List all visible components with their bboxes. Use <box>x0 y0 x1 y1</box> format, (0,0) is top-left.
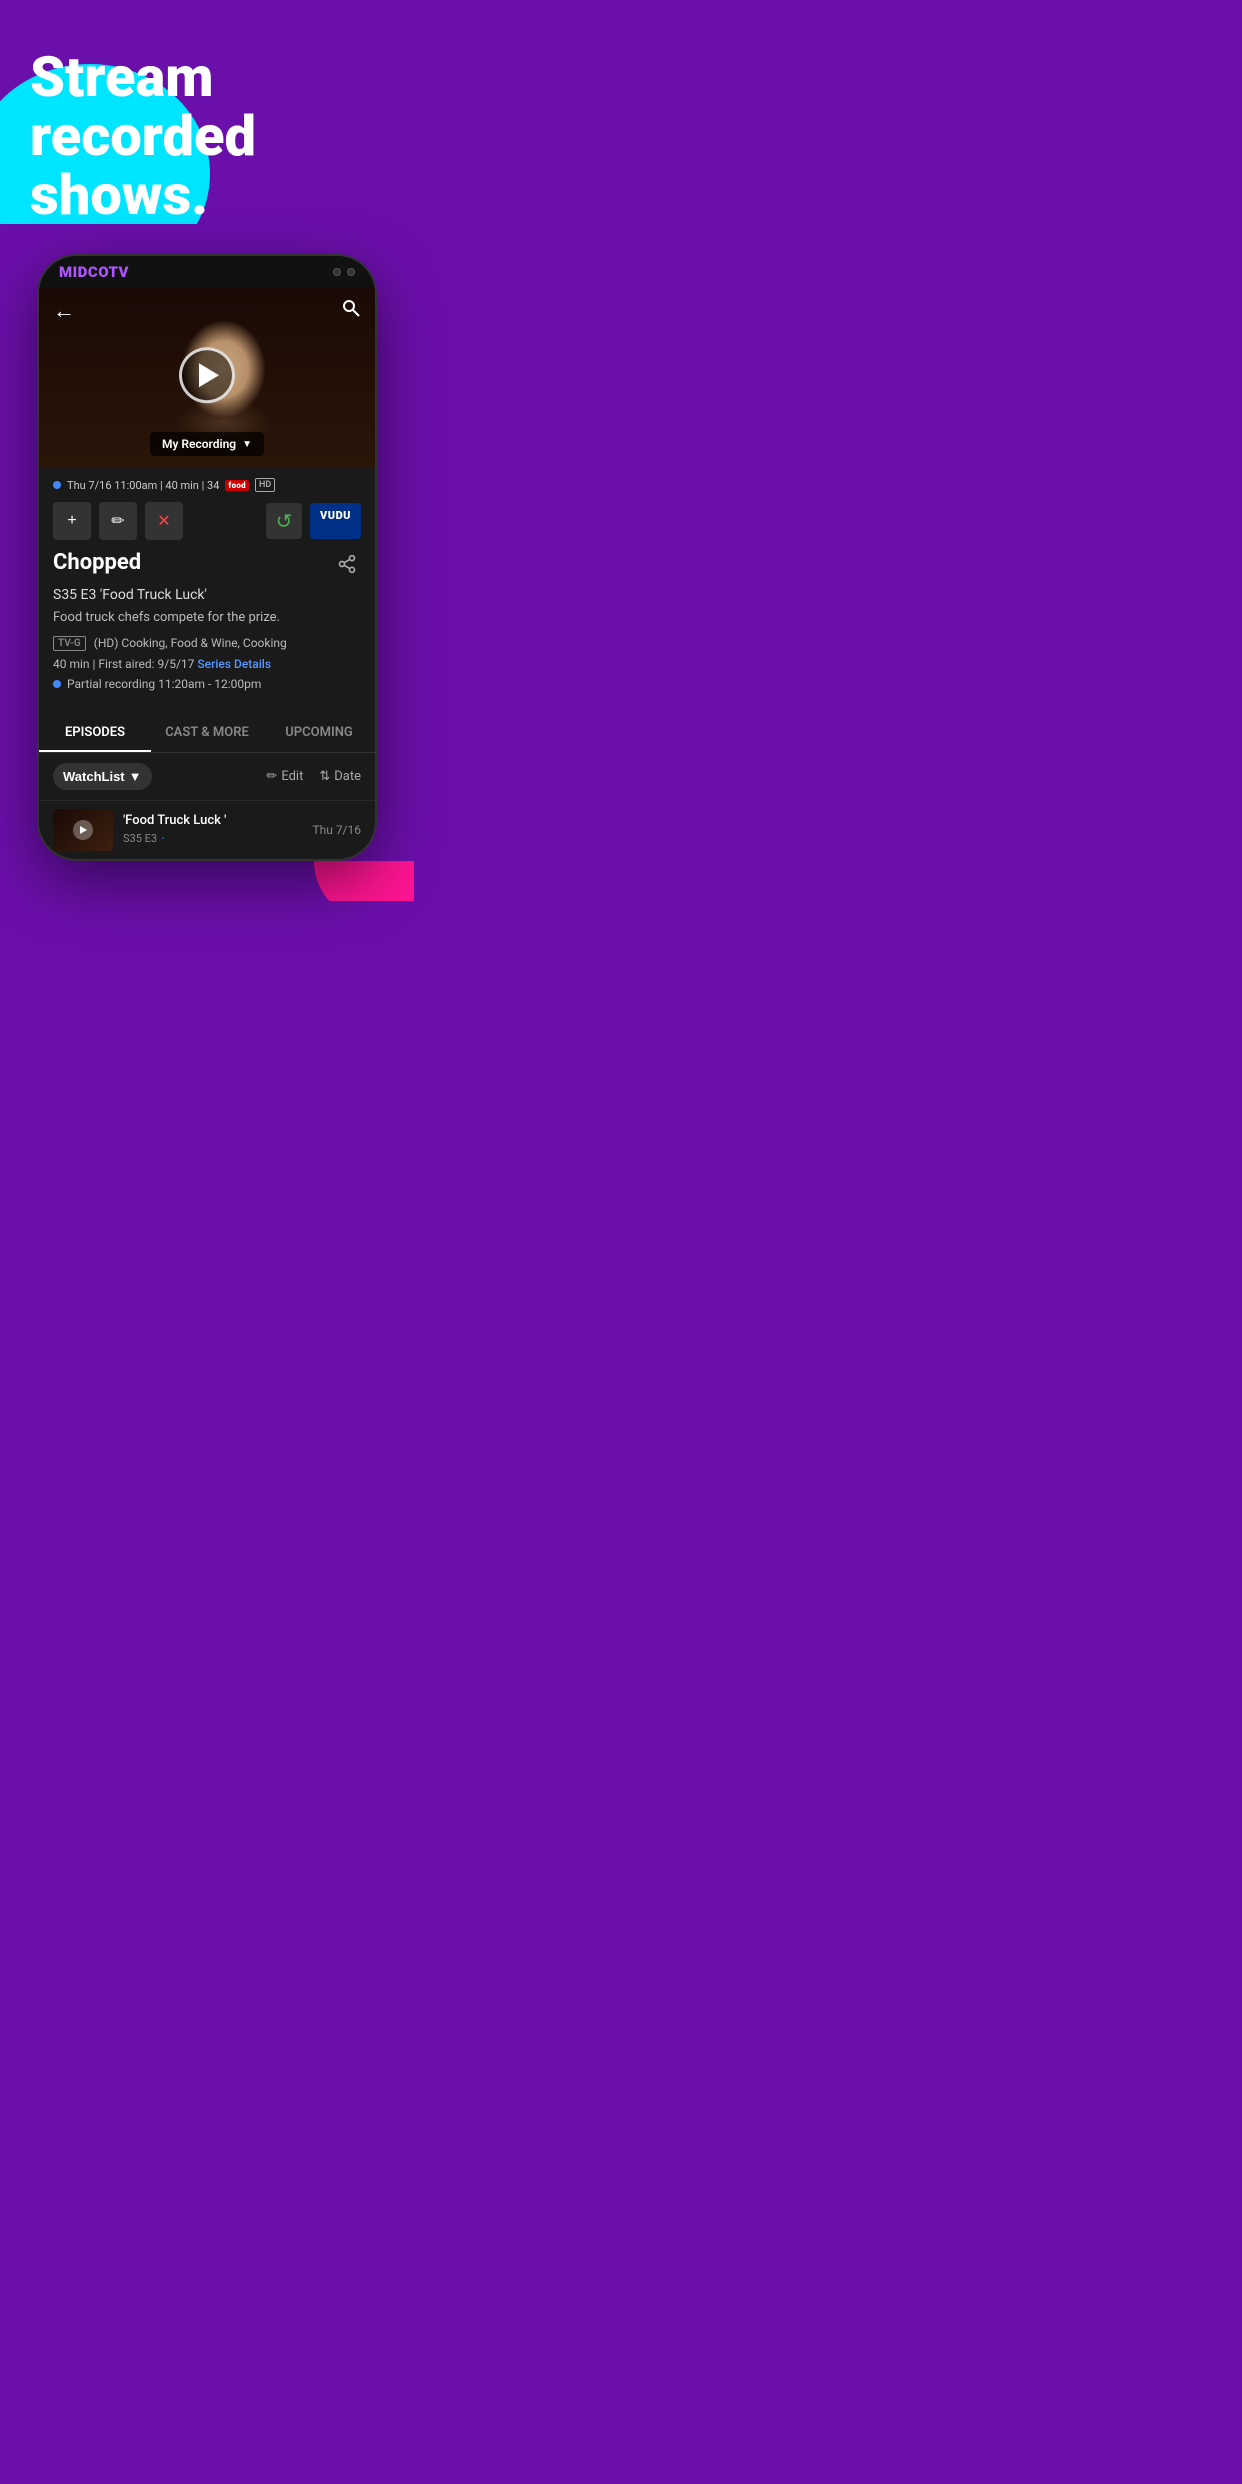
vudu-label: VUDU <box>320 509 351 522</box>
watchlist-button[interactable]: WatchList ▼ <box>53 763 152 790</box>
show-description: Food truck chefs compete for the prize. <box>53 609 361 627</box>
dropdown-arrow-icon: ▼ <box>242 439 252 450</box>
edit-button[interactable]: ✏ <box>99 502 137 540</box>
action-row: + ✏ ✕ ↺ VUDU <box>39 500 375 550</box>
add-button[interactable]: + <box>53 502 91 540</box>
edit-label: Edit <box>281 769 303 784</box>
list-date-button[interactable]: ⇅ Date <box>319 769 361 784</box>
partial-dot-icon <box>53 680 61 688</box>
add-icon: + <box>67 512 76 530</box>
rating-row: TV-G (HD) Cooking, Food & Wine, Cooking <box>53 636 361 651</box>
search-button[interactable] <box>341 298 361 323</box>
tv-rating-badge: TV-G <box>53 636 86 651</box>
delete-icon: ✕ <box>157 511 170 531</box>
app-logo: MIDCOTV <box>59 263 129 281</box>
phone-device: MIDCOTV ← My Recording <box>37 254 377 860</box>
episode-item-meta: S35 E3 · <box>123 831 302 847</box>
vudu-button[interactable]: VUDU <box>310 503 361 539</box>
hero-title: Stream recorded shows. <box>30 48 384 224</box>
action-buttons-left: + ✏ ✕ <box>53 502 183 540</box>
watchlist-label: WatchList <box>63 769 125 784</box>
episode-air-date: Thu 7/16 <box>312 823 361 837</box>
content-area: Thu 7/16 11:00am | 40 min | 34 food HD +… <box>39 468 375 858</box>
rating-details: (HD) Cooking, Food & Wine, Cooking <box>94 636 287 650</box>
delete-button[interactable]: ✕ <box>145 502 183 540</box>
replay-button[interactable]: ↺ <box>266 503 302 539</box>
play-icon <box>199 364 219 388</box>
tabs-bar: EPISODES CAST & MORE UPCOMING <box>39 713 375 753</box>
tab-cast-more[interactable]: CAST & MORE <box>151 713 263 752</box>
tab-episodes[interactable]: EPISODES <box>39 713 151 752</box>
episode-thumbnail <box>53 809 113 851</box>
camera-dot-2 <box>347 268 355 276</box>
phone-wrapper: MIDCOTV ← My Recording <box>0 224 414 860</box>
hd-badge: HD <box>255 478 275 492</box>
tab-cast-label: CAST & MORE <box>165 725 249 740</box>
sort-icon: ⇅ <box>319 769 330 784</box>
show-title-row: Chopped <box>53 550 361 583</box>
episode-title: S35 E3 'Food Truck Luck' <box>53 587 361 603</box>
food-network-badge: food <box>225 480 249 491</box>
recording-badge[interactable]: My Recording ▼ <box>150 432 264 456</box>
replay-icon: ↺ <box>276 509 293 533</box>
show-info: Chopped S35 E3 'Food Truck Luck' Food tr… <box>39 550 375 712</box>
play-triangle-icon <box>80 826 87 834</box>
watchlist-arrow-icon: ▼ <box>129 769 142 784</box>
share-button[interactable] <box>333 550 361 583</box>
list-header: WatchList ▼ ✏ Edit ⇅ Date <box>39 753 375 800</box>
logo-tv: TV <box>108 263 129 281</box>
duration-text: 40 min | First aired: 9/5/17 <box>53 657 194 671</box>
blue-dot-icon <box>53 481 61 489</box>
tab-upcoming-label: UPCOMING <box>285 725 353 740</box>
episode-info: 'Food Truck Luck ' S35 E3 · <box>123 813 302 847</box>
tab-episodes-label: EPISODES <box>65 725 125 740</box>
back-button[interactable]: ← <box>53 298 75 324</box>
action-buttons-right: ↺ VUDU <box>266 503 361 539</box>
airtime-text: Thu 7/16 11:00am | 40 min | 34 <box>67 479 219 492</box>
list-actions: ✏ Edit ⇅ Date <box>266 769 361 784</box>
pink-decoration <box>314 861 414 901</box>
bottom-background <box>0 861 414 901</box>
pencil-icon: ✏ <box>111 511 124 531</box>
list-edit-button[interactable]: ✏ Edit <box>266 769 303 784</box>
episode-blue-dot: · <box>161 831 165 847</box>
episode-item-title: 'Food Truck Luck ' <box>123 813 302 828</box>
play-button[interactable] <box>179 348 235 404</box>
partial-text: Partial recording 11:20am - 12:00pm <box>67 677 261 691</box>
meta-row: Thu 7/16 11:00am | 40 min | 34 food HD <box>39 468 375 500</box>
video-player: ← My Recording ▼ <box>39 288 375 468</box>
series-details-link[interactable]: Series Details <box>197 657 271 671</box>
phone-cameras <box>333 268 355 276</box>
episode-play-icon <box>73 820 93 840</box>
camera-dot-1 <box>333 268 341 276</box>
date-label: Date <box>334 769 361 784</box>
tab-upcoming[interactable]: UPCOMING <box>263 713 375 752</box>
episode-list-item[interactable]: 'Food Truck Luck ' S35 E3 · Thu 7/16 <box>39 800 375 859</box>
edit-pencil-icon: ✏ <box>266 769 277 784</box>
phone-notch: MIDCOTV <box>39 256 375 288</box>
recording-label: My Recording <box>162 437 236 451</box>
episode-item-number: S35 E3 <box>123 832 157 845</box>
duration-row: 40 min | First aired: 9/5/17 Series Deta… <box>53 657 361 671</box>
logo-midco: MIDCO <box>59 263 108 281</box>
partial-recording-row: Partial recording 11:20am - 12:00pm <box>53 677 361 691</box>
hero-section: Stream recorded shows. <box>0 0 414 224</box>
show-title: Chopped <box>53 550 141 575</box>
